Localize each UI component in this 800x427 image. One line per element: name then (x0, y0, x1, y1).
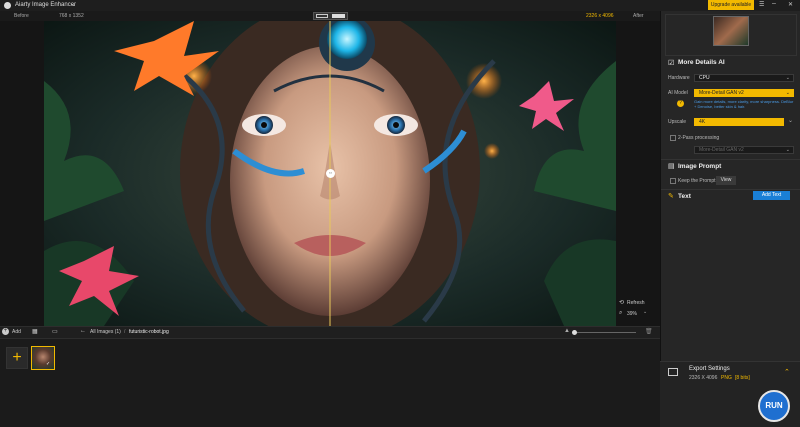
run-label: RUN (765, 401, 783, 410)
image-thumbnail[interactable]: ✓ (31, 346, 55, 370)
close-icon[interactable]: ✕ (788, 1, 793, 8)
zoom-chevron-icon[interactable]: ⌄ (643, 309, 647, 315)
keep-prompt-checkbox[interactable] (670, 178, 676, 184)
divider (661, 159, 800, 160)
slider-knob[interactable] (572, 330, 577, 335)
run-button[interactable]: RUN (758, 390, 790, 422)
add-text-label: Add Text (761, 192, 782, 198)
side-by-side-icon[interactable] (332, 14, 345, 18)
upscale-label: Upscale (668, 119, 687, 125)
filmstrip: + ✓ (0, 339, 660, 427)
compare-toolbar: Before 768 x 1352 2326 x 4096 After (0, 11, 660, 21)
chevron-down-icon: ⌄ (785, 147, 790, 153)
thumbnail-size-icon: ▲ (564, 328, 570, 334)
view-button[interactable]: View (716, 176, 736, 185)
ai-model-select[interactable]: More-Detail GAN v2 ⌄ (694, 89, 794, 97)
ai-model-label: AI Model (668, 90, 688, 96)
help-icon[interactable]: ? (677, 100, 684, 107)
grid-view-icon[interactable]: ▦ (32, 328, 38, 335)
upscale-select[interactable]: 4K (694, 118, 784, 126)
chevron-up-icon[interactable]: ⌃ (784, 368, 790, 376)
breadcrumb-separator: / (124, 329, 126, 335)
hardware-label: Hardware (668, 75, 690, 81)
delete-icon[interactable]: 🗑 (645, 328, 653, 335)
compare-slider-handle[interactable]: ⇔ (326, 169, 335, 178)
text-icon: ✎ (668, 193, 674, 200)
upscale-value: 4K (699, 119, 706, 125)
ai-model-description: Gain more details, more clarity, more sh… (694, 99, 794, 109)
export-settings[interactable]: Export Settings 2326 X 4096 PNG [8 bits]… (660, 361, 800, 427)
image-prompt-icon: ▤ (668, 163, 675, 170)
view-label: View (720, 177, 732, 183)
export-format: PNG (721, 375, 732, 381)
add-text-button[interactable]: Add Text (753, 191, 790, 200)
section-title: More Details AI (678, 59, 725, 66)
settings-panel: ☑ More Details AI Hardware CPU ⌄ AI Mode… (660, 11, 800, 361)
two-pass-checkbox[interactable] (670, 135, 676, 141)
preview-area (665, 14, 797, 56)
ai-model-value: More-Detail GAN v2 (699, 90, 744, 96)
after-label: After (633, 13, 644, 19)
title-bar: Aiarty Image Enhancer ⌄ Upgrade availabl… (0, 0, 800, 11)
filmstrip-toolbar: + Add ▦ ▭ ← All Images (1) / futuristic-… (0, 326, 660, 339)
export-bits: [8 bits] (735, 375, 750, 381)
two-pass-label: 2-Pass processing (678, 135, 720, 141)
breadcrumb-file: futuristic-robot.jpg (129, 329, 169, 335)
divider (661, 189, 800, 190)
export-size: 2326 X 4096 (689, 375, 718, 381)
canvas-left-margin (0, 21, 44, 326)
chevron-down-icon: ⌄ (785, 75, 790, 81)
two-pass-value: More-Detail GAN v2 (699, 147, 744, 153)
keep-prompt-label: Keep the Prompt (678, 178, 716, 184)
add-icon[interactable]: + (2, 328, 9, 335)
image-prompt-title: Image Prompt (678, 163, 722, 170)
more-details-checkbox-icon[interactable]: ☑ (668, 59, 674, 67)
compare-mode-toggle[interactable] (313, 12, 348, 20)
export-icon (668, 368, 678, 376)
chevron-down-icon: ⌄ (785, 90, 790, 96)
after-size: 2326 x 4096 (586, 13, 614, 19)
back-arrow-icon[interactable]: ← (80, 328, 86, 334)
minimize-icon[interactable]: – (772, 0, 776, 7)
before-label: Before (14, 13, 29, 19)
upgrade-button[interactable]: Upgrade available (708, 0, 754, 10)
zoom-icon[interactable]: ⌕ (619, 310, 622, 317)
refresh-icon[interactable]: ⟲ (619, 299, 624, 306)
app-logo-icon (4, 2, 11, 9)
thumbnail-size-slider[interactable] (572, 330, 636, 335)
app-menu-chevron-icon[interactable]: ⌄ (71, 1, 76, 8)
thumbnail-check-icon: ✓ (46, 361, 51, 367)
breadcrumb-all-images[interactable]: All Images (1) (90, 329, 121, 335)
image-canvas[interactable]: ⇔ (44, 21, 616, 326)
add-label[interactable]: Add (12, 329, 21, 335)
app-title: Aiarty Image Enhancer (15, 2, 77, 8)
menu-icon[interactable]: ☰ (759, 1, 764, 8)
chevron-down-icon[interactable]: ⌄ (788, 117, 793, 124)
hardware-select[interactable]: CPU ⌄ (694, 74, 794, 82)
zoom-value[interactable]: 39% (627, 311, 637, 317)
text-title: Text (678, 193, 691, 200)
refresh-label[interactable]: Refresh (627, 300, 645, 306)
export-title: Export Settings (689, 366, 730, 372)
hardware-value: CPU (699, 75, 710, 81)
filmstrip-view-icon[interactable]: ▭ (52, 328, 58, 335)
canvas-right-margin: ⟲ Refresh ⌕ 39% ⌄ (616, 21, 660, 326)
add-image-button[interactable]: + (6, 347, 28, 369)
before-size: 768 x 1352 (59, 13, 84, 19)
split-view-icon[interactable] (316, 14, 328, 18)
two-pass-select[interactable]: More-Detail GAN v2 ⌄ (694, 146, 794, 154)
upgrade-label: Upgrade available (710, 2, 752, 8)
